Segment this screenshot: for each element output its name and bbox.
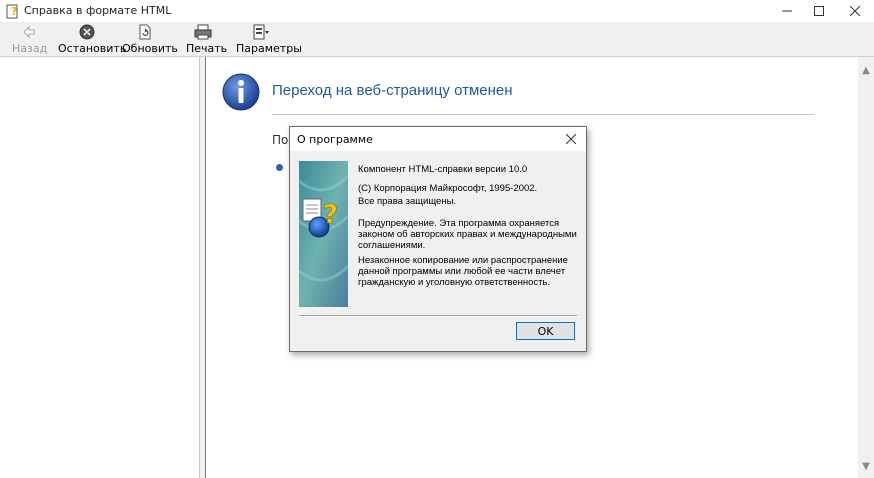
- close-icon: [566, 134, 576, 144]
- ok-button[interactable]: OK: [516, 322, 575, 340]
- illegal-line-1: Незаконное копирование или распространен…: [358, 255, 568, 266]
- maximize-icon: [814, 6, 824, 16]
- minimize-icon: [782, 10, 792, 12]
- dialog-separator: [299, 315, 577, 317]
- refresh-button[interactable]: Обновить: [122, 24, 178, 55]
- dialog-title: О программе: [297, 133, 373, 146]
- svg-text:?: ?: [11, 5, 17, 18]
- rights-text: Все права защищены.: [358, 196, 457, 207]
- refresh-label: Обновить: [122, 42, 178, 55]
- about-dialog: О программе ? Компонент HTML-справки вер…: [289, 126, 587, 352]
- svg-text:?: ?: [323, 200, 338, 230]
- dialog-close-button[interactable]: [562, 130, 580, 148]
- stop-icon: [79, 24, 95, 40]
- dialog-title-bar: О программе: [290, 127, 586, 151]
- maximize-button[interactable]: [802, 0, 836, 22]
- navigation-pane[interactable]: [0, 57, 200, 478]
- warning-line-1: Предупреждение. Эта программа охраняется: [358, 218, 560, 229]
- options-label: Параметры: [236, 42, 302, 55]
- scroll-up-icon[interactable]: ▲: [858, 65, 874, 76]
- info-icon: [222, 73, 260, 111]
- vertical-scrollbar[interactable]: ▲ ▼: [858, 57, 874, 478]
- content-partial-text: По: [272, 133, 289, 147]
- minimize-button[interactable]: [770, 0, 804, 22]
- back-label: Назад: [12, 42, 48, 55]
- illegal-line-3: гражданскую и уголовную ответственность.: [358, 277, 551, 288]
- help-icon: ?: [6, 4, 18, 19]
- warning-line-2: законом об авторских правах и международ…: [358, 229, 577, 240]
- title-bar: ? Справка в формате HTML: [0, 0, 874, 22]
- print-button[interactable]: Печать: [186, 24, 228, 55]
- printer-icon: [194, 24, 212, 40]
- back-button[interactable]: Назад: [12, 24, 48, 55]
- page-heading: Переход на веб-страницу отменен: [272, 82, 513, 99]
- refresh-icon: [139, 24, 151, 40]
- version-text: Компонент HTML-справки версии 10.0: [358, 164, 528, 175]
- print-label: Печать: [186, 42, 228, 55]
- options-button[interactable]: Параметры: [236, 24, 302, 55]
- copyright-text: (С) Корпорация Майкрософт, 1995-2002.: [358, 183, 538, 194]
- window-title: Справка в формате HTML: [24, 4, 172, 17]
- help-banner-image: ?: [299, 161, 348, 307]
- close-button[interactable]: [838, 0, 872, 22]
- options-icon: [253, 24, 269, 40]
- heading-divider: [272, 114, 814, 115]
- warning-line-3: соглашениями.: [358, 240, 426, 251]
- close-icon: [850, 6, 860, 16]
- stop-button[interactable]: Остановить: [58, 24, 127, 55]
- scroll-down-icon[interactable]: ▼: [858, 461, 874, 472]
- toolbar: Назад Остановить Обновить Печать Парамет…: [0, 22, 874, 57]
- back-arrow-icon: [23, 25, 35, 39]
- illegal-line-2: данной программы или любой ее части влеч…: [358, 266, 566, 277]
- stop-label: Остановить: [58, 42, 127, 55]
- bullet-icon: [276, 164, 283, 171]
